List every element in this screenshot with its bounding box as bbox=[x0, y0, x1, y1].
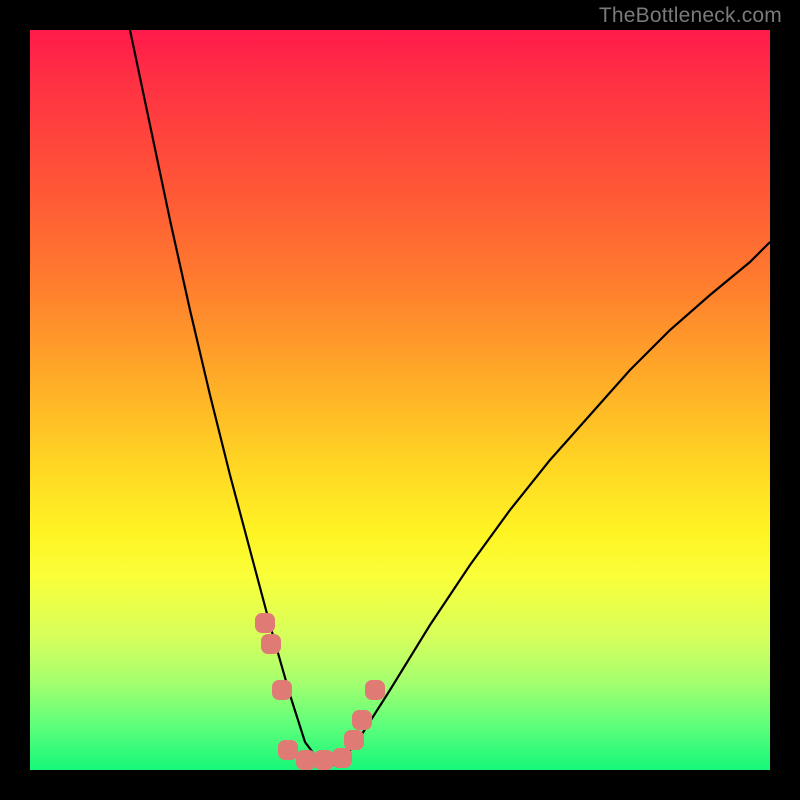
data-marker bbox=[278, 740, 298, 760]
data-marker bbox=[314, 750, 334, 770]
data-marker bbox=[332, 748, 352, 768]
data-marker bbox=[296, 750, 316, 770]
curve-svg bbox=[30, 30, 770, 770]
data-marker bbox=[352, 710, 372, 730]
data-marker bbox=[365, 680, 385, 700]
data-marker bbox=[255, 613, 275, 633]
data-marker bbox=[272, 680, 292, 700]
plot-area bbox=[30, 30, 770, 770]
chart-frame: TheBottleneck.com bbox=[0, 0, 800, 800]
watermark-text: TheBottleneck.com bbox=[599, 4, 782, 28]
bottleneck-curve bbox=[130, 30, 770, 765]
data-marker bbox=[344, 730, 364, 750]
marker-group bbox=[255, 613, 385, 770]
data-marker bbox=[261, 634, 281, 654]
